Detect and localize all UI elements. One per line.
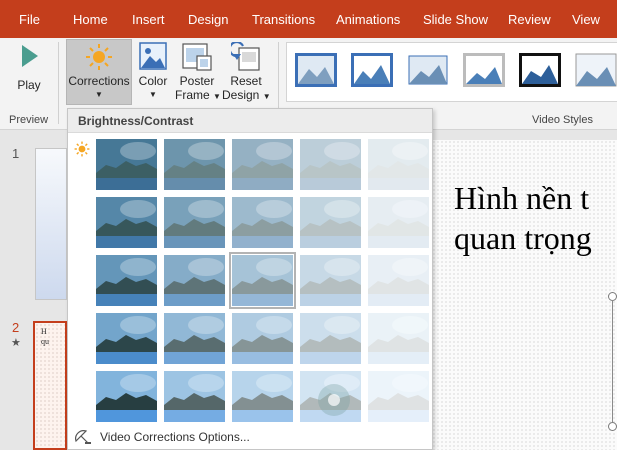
- slide-number: 1: [12, 146, 20, 161]
- video-corrections-options-link[interactable]: Video Corrections Options...: [68, 425, 432, 449]
- poster-frame-icon: [182, 43, 212, 71]
- poster-label: Poster: [179, 74, 215, 88]
- slide-canvas[interactable]: Hình nền t quan trọng: [432, 140, 617, 450]
- reset-design-button[interactable]: Reset Design ▼: [222, 42, 271, 108]
- preview-group-label: Preview: [9, 114, 49, 126]
- brightness-contrast-option[interactable]: [164, 139, 225, 190]
- color-label: Color: [138, 74, 168, 88]
- tab-insert[interactable]: Insert: [132, 12, 165, 27]
- brightness-contrast-option[interactable]: [96, 197, 157, 248]
- design-label: Design ▼: [222, 88, 271, 102]
- video-styles-gallery: [286, 42, 617, 102]
- brightness-contrast-option[interactable]: [368, 371, 429, 422]
- brightness-contrast-option[interactable]: [96, 139, 157, 190]
- poster-frame-button[interactable]: Poster Frame ▼: [175, 42, 221, 108]
- brightness-contrast-header: Brightness/Contrast: [68, 109, 432, 133]
- brightness-contrast-option[interactable]: [300, 197, 361, 248]
- video-styles-group-label: Video Styles: [532, 114, 593, 126]
- tab-home[interactable]: Home: [73, 12, 108, 27]
- play-icon: [22, 45, 38, 67]
- chevron-down-icon: ▼: [149, 90, 157, 99]
- reset-icon: [231, 42, 260, 71]
- slide-number: 2: [12, 320, 20, 335]
- tab-view[interactable]: View: [572, 12, 600, 27]
- tab-slide-show[interactable]: Slide Show: [423, 12, 488, 27]
- slide-thumbnail-1[interactable]: [35, 148, 67, 300]
- tab-animations[interactable]: Animations: [336, 12, 400, 27]
- selection-border: [612, 300, 613, 422]
- corrections-label: Corrections: [68, 74, 130, 88]
- animation-star-icon: ★: [11, 337, 21, 349]
- video-style-thumbnail[interactable]: [519, 53, 561, 87]
- brightness-contrast-option[interactable]: [300, 139, 361, 190]
- brightness-contrast-option[interactable]: [229, 252, 296, 309]
- brightness-contrast-option[interactable]: [164, 255, 225, 306]
- tab-file[interactable]: File: [19, 12, 40, 27]
- corrections-button[interactable]: Corrections ▼: [66, 39, 132, 105]
- corrections-dropdown: Brightness/Contrast Video Corrections Op…: [67, 108, 433, 450]
- video-style-thumbnail[interactable]: [575, 53, 617, 87]
- brightness-contrast-option[interactable]: [232, 313, 293, 364]
- brightness-contrast-option[interactable]: [232, 371, 293, 422]
- brightness-contrast-option[interactable]: [96, 255, 157, 306]
- color-button[interactable]: Color ▼: [136, 42, 170, 106]
- brightness-contrast-option[interactable]: [300, 313, 361, 364]
- brightness-contrast-option[interactable]: [164, 371, 225, 422]
- ribbon-tab-bar: File Home Insert Design Transitions Anim…: [0, 0, 617, 38]
- chevron-down-icon: ▼: [95, 90, 103, 99]
- video-style-thumbnail[interactable]: [407, 53, 449, 87]
- brightness-contrast-option[interactable]: [164, 197, 225, 248]
- brightness-contrast-option[interactable]: [232, 139, 293, 190]
- video-style-thumbnail[interactable]: [295, 53, 337, 87]
- video-corrections-options-label: Video Corrections Options...: [100, 430, 250, 444]
- brightness-contrast-option[interactable]: [300, 255, 361, 306]
- brightness-contrast-option[interactable]: [96, 313, 157, 364]
- color-picture-icon: [139, 42, 167, 70]
- play-button[interactable]: Play: [6, 44, 52, 104]
- brightness-contrast-option[interactable]: [96, 371, 157, 422]
- brightness-contrast-option[interactable]: [368, 313, 429, 364]
- brightness-contrast-option[interactable]: [368, 139, 429, 190]
- brightness-contrast-option[interactable]: [368, 255, 429, 306]
- slide-thumbnail-2[interactable]: H qu: [33, 321, 67, 450]
- group-separator: [58, 42, 59, 124]
- video-style-thumbnail[interactable]: [351, 53, 393, 87]
- slide-thumbnail-text: H qu: [41, 327, 49, 346]
- resize-handle[interactable]: [608, 422, 617, 431]
- reset-label: Reset: [230, 74, 262, 88]
- video-style-thumbnail[interactable]: [463, 53, 505, 87]
- brightness-contrast-option[interactable]: [232, 197, 293, 248]
- sun-icon: [74, 141, 90, 157]
- watermark-circle-icon: [318, 384, 350, 416]
- brightness-contrast-option[interactable]: [164, 313, 225, 364]
- sun-icon: [86, 44, 112, 70]
- frame-label: Frame ▼: [175, 88, 221, 102]
- play-label: Play: [17, 78, 41, 92]
- slide-title-text[interactable]: Hình nền t quan trọng: [454, 178, 592, 258]
- tab-design[interactable]: Design: [188, 12, 228, 27]
- tab-review[interactable]: Review: [508, 12, 551, 27]
- tab-transitions[interactable]: Transitions: [252, 12, 315, 27]
- satellite-dish-icon: [75, 430, 91, 444]
- brightness-contrast-option[interactable]: [368, 197, 429, 248]
